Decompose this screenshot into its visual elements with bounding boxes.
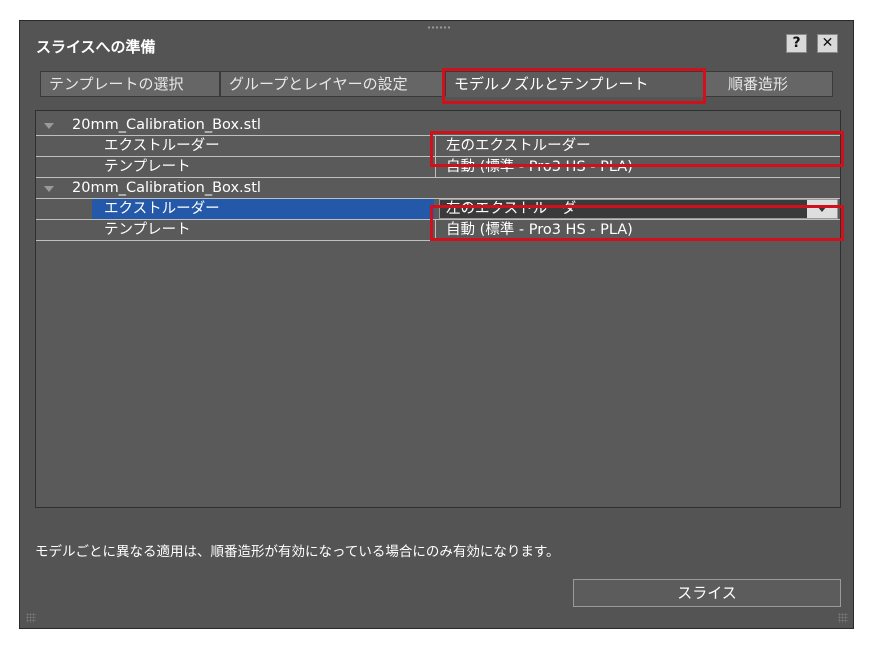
model-name: 20mm_Calibration_Box.stl [72, 180, 261, 196]
help-button[interactable]: ? [786, 34, 807, 53]
extruder-row-selected[interactable]: エクストルーダー 左のエクストルーダー [36, 199, 840, 220]
extruder-dropdown[interactable]: 左のエクストルーダー [439, 199, 838, 219]
drag-handle[interactable] [427, 26, 451, 29]
tab-model-nozzle-template[interactable]: モデルノズルとテンプレート [445, 71, 705, 97]
column-divider [435, 136, 436, 156]
resize-grip-left[interactable] [26, 613, 36, 623]
selected-row-highlight: エクストルーダー [92, 199, 434, 219]
column-divider [435, 157, 436, 177]
column-divider [435, 220, 436, 240]
extruder-dropdown-value: 左のエクストルーダー [446, 201, 591, 217]
collapse-arrow-icon[interactable] [44, 186, 54, 192]
tab-template-select[interactable]: テンプレートの選択 [40, 71, 220, 97]
extruder-label: エクストルーダー [104, 201, 220, 217]
tree-group-row[interactable]: 20mm_Calibration_Box.stl [36, 115, 840, 136]
model-name: 20mm_Calibration_Box.stl [72, 117, 261, 133]
tab-sequential-printing[interactable]: 順番造形 [705, 71, 833, 97]
template-row[interactable]: テンプレート 自動 (標準 - Pro3 HS - PLA) [36, 220, 840, 241]
resize-grip-right[interactable] [838, 613, 848, 623]
collapse-arrow-icon[interactable] [44, 123, 54, 129]
tree-group-row[interactable]: 20mm_Calibration_Box.stl [36, 178, 840, 199]
extruder-label: エクストルーダー [104, 138, 220, 154]
slice-button[interactable]: スライス [573, 579, 841, 607]
info-note: モデルごとに異なる適用は、順番造形が有効になっている場合にのみ有効になります。 [35, 544, 560, 560]
extruder-value[interactable]: 左のエクストルーダー [446, 136, 591, 156]
template-row[interactable]: テンプレート 自動 (標準 - Pro3 HS - PLA) [36, 157, 840, 178]
template-value[interactable]: 自動 (標準 - Pro3 HS - PLA) [446, 157, 633, 177]
tab-bar: テンプレートの選択 グループとレイヤーの設定 モデルノズルとテンプレート 順番造… [40, 71, 833, 97]
template-label: テンプレート [104, 159, 191, 175]
extruder-row[interactable]: エクストルーダー 左のエクストルーダー [36, 136, 840, 157]
close-button[interactable]: ✕ [817, 34, 838, 53]
tab-group-layer-settings[interactable]: グループとレイヤーの設定 [220, 71, 445, 97]
dropdown-arrow-icon[interactable] [807, 200, 837, 218]
template-label: テンプレート [104, 222, 191, 238]
dialog-title: スライスへの準備 [36, 38, 156, 56]
model-tree-panel: 20mm_Calibration_Box.stl エクストルーダー 左のエクスト… [35, 110, 841, 508]
prepare-slice-dialog: スライスへの準備 ? ✕ テンプレートの選択 グループとレイヤーの設定 モデルノ… [19, 20, 854, 629]
template-value[interactable]: 自動 (標準 - Pro3 HS - PLA) [446, 220, 633, 240]
